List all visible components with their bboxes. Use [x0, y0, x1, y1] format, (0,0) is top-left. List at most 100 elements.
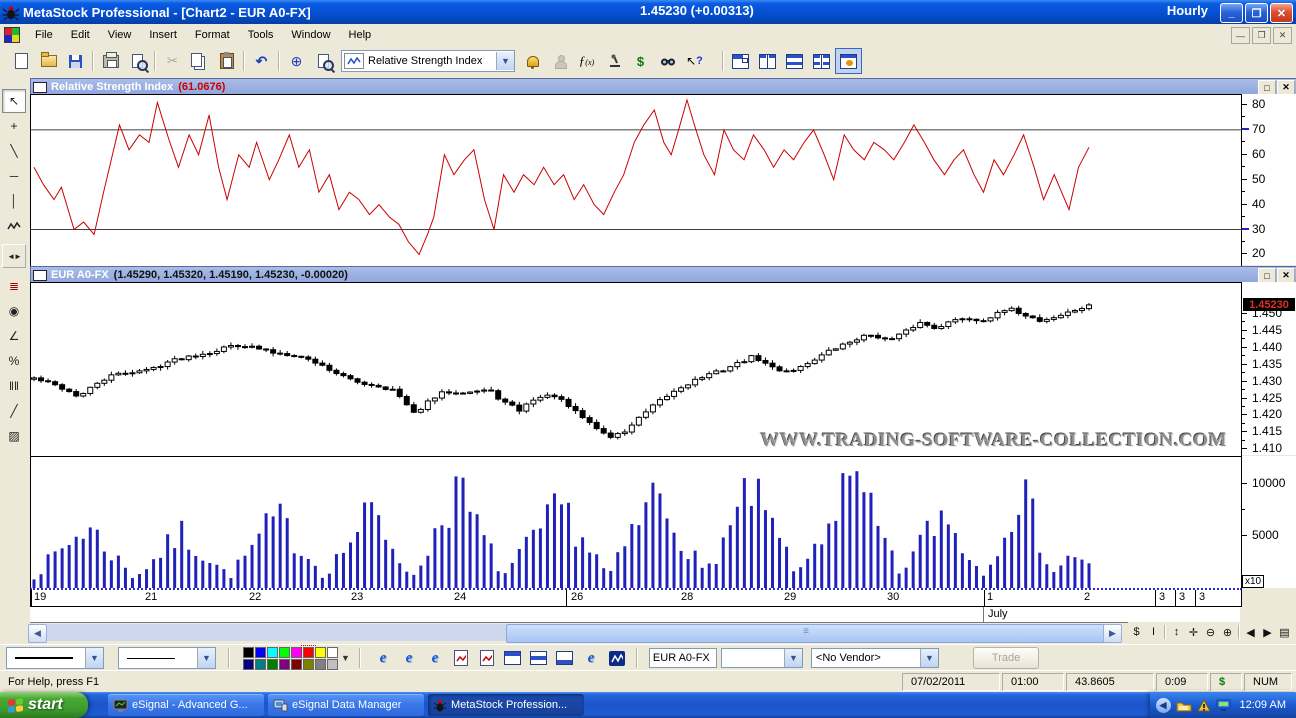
- color-swatch[interactable]: [255, 659, 266, 670]
- line-weight-combo[interactable]: ▼: [118, 647, 216, 669]
- symbol-combo[interactable]: ▼: [721, 648, 803, 668]
- price-plot[interactable]: WWW.TRADING-SOFTWARE-COLLECTION.COM: [30, 282, 1242, 457]
- close-button[interactable]: ✕: [1270, 3, 1293, 23]
- panel-maximize-button[interactable]: □: [1258, 80, 1276, 95]
- zoom-page-button[interactable]: [310, 48, 337, 74]
- color-swatch[interactable]: [243, 647, 254, 658]
- tile-vertical-button[interactable]: [754, 48, 781, 74]
- tool-hatch[interactable]: ▨: [2, 424, 26, 448]
- rsi-plot[interactable]: [30, 94, 1242, 267]
- panel-maximize-button[interactable]: □: [1258, 268, 1276, 283]
- color-swatch[interactable]: [303, 659, 314, 670]
- color-swatch[interactable]: [303, 647, 314, 658]
- scroll-left-icon[interactable]: ◀: [1242, 624, 1259, 641]
- child-close-button[interactable]: ✕: [1273, 27, 1292, 44]
- line-style-combo[interactable]: ▼: [6, 647, 104, 669]
- tool-vertical-grid[interactable]: ‖‖: [2, 374, 26, 398]
- scroll-right-icon[interactable]: ▶: [1259, 624, 1276, 641]
- menu-tools[interactable]: Tools: [239, 26, 283, 44]
- tool-spiral[interactable]: ◉: [2, 299, 26, 323]
- tray-chevron-icon[interactable]: ◀: [1156, 698, 1171, 713]
- crosshair-button[interactable]: ⊕: [283, 48, 310, 74]
- color-swatch[interactable]: [327, 647, 338, 658]
- layout-top-button[interactable]: [500, 646, 526, 670]
- menu-insert[interactable]: Insert: [140, 26, 186, 44]
- chart-page-2-button[interactable]: [474, 646, 500, 670]
- tool-vertical-line[interactable]: │: [2, 189, 26, 213]
- tool-percent-lines[interactable]: %: [2, 349, 26, 373]
- zoom-in-icon[interactable]: ⊕: [1219, 624, 1236, 641]
- arrange-desktop-button[interactable]: [835, 48, 862, 74]
- child-restore-button[interactable]: ❐: [1252, 27, 1271, 44]
- tool-fibonacci-lines[interactable]: ≣: [2, 274, 26, 298]
- copy-button[interactable]: [186, 48, 213, 74]
- print-preview-button[interactable]: [124, 48, 151, 74]
- volume-plot[interactable]: [30, 456, 1242, 590]
- color-swatch[interactable]: [279, 659, 290, 670]
- tool-horizontal-line[interactable]: ─: [2, 164, 26, 188]
- menu-help[interactable]: Help: [340, 26, 381, 44]
- tray-network-icon[interactable]: [1216, 699, 1231, 712]
- color-swatch[interactable]: [243, 659, 254, 670]
- tile-grid-button[interactable]: [808, 48, 835, 74]
- expand-vertical-icon[interactable]: ↕: [1168, 624, 1185, 641]
- menu-window[interactable]: Window: [282, 26, 339, 44]
- chart-page-1-button[interactable]: [448, 646, 474, 670]
- horizontal-scrollbar[interactable]: ◀ ▶: [28, 624, 1122, 641]
- menu-edit[interactable]: Edit: [62, 26, 99, 44]
- save-button[interactable]: [62, 48, 89, 74]
- indicator-builder-button[interactable]: ƒ(x): [573, 48, 600, 74]
- color-swatch[interactable]: [279, 647, 290, 658]
- undo-button[interactable]: ↶: [248, 48, 275, 74]
- menu-view[interactable]: View: [99, 26, 141, 44]
- taskbar-task-esignal[interactable]: eSignal - Advanced G...: [108, 694, 264, 716]
- tool-pointer[interactable]: ↖: [2, 89, 26, 113]
- menu-file[interactable]: File: [26, 26, 62, 44]
- cut-button[interactable]: ✂: [159, 48, 186, 74]
- tray-folder-icon[interactable]: [1176, 699, 1192, 712]
- chevron-down-icon[interactable]: ▼: [496, 52, 514, 70]
- scrollbar-thumb[interactable]: [506, 624, 1106, 643]
- scrollbar-left-arrow[interactable]: ◀: [28, 624, 47, 643]
- downloader-1-button[interactable]: e: [370, 646, 396, 670]
- dollar-scale-icon[interactable]: $: [1128, 624, 1145, 641]
- tool-crosshair[interactable]: +: [2, 114, 26, 138]
- print-button[interactable]: [97, 48, 124, 74]
- color-swatch[interactable]: [267, 659, 278, 670]
- move-icon[interactable]: ✛: [1185, 624, 1202, 641]
- downloader-3-button[interactable]: e: [422, 646, 448, 670]
- scrollbar-right-arrow[interactable]: ▶: [1103, 624, 1122, 643]
- child-minimize-button[interactable]: —: [1231, 27, 1250, 44]
- taskbar-task-metastock[interactable]: MetaStock Profession...: [428, 694, 584, 716]
- indicator-combo[interactable]: Relative Strength Index▼: [341, 50, 515, 72]
- color-swatch[interactable]: [315, 647, 326, 658]
- options-dollar-button[interactable]: $: [627, 48, 654, 74]
- color-swatch[interactable]: [315, 659, 326, 670]
- color-swatch[interactable]: [267, 647, 278, 658]
- paste-button[interactable]: [213, 48, 240, 74]
- zoom-out-icon[interactable]: ⊖: [1202, 624, 1219, 641]
- chevron-down-icon[interactable]: ▼: [784, 649, 802, 667]
- text-cursor-icon[interactable]: I: [1145, 624, 1162, 641]
- trade-button[interactable]: Trade: [973, 647, 1039, 669]
- chevron-down-icon[interactable]: ▼: [920, 649, 938, 667]
- minimize-button[interactable]: _: [1220, 3, 1243, 23]
- metastock-chart-button[interactable]: [604, 646, 630, 670]
- color-swatch[interactable]: [327, 659, 338, 670]
- vendor-combo[interactable]: <No Vendor> ▼: [811, 648, 939, 668]
- context-help-button[interactable]: ↖?: [681, 48, 708, 74]
- expert-advisor-button[interactable]: [546, 48, 573, 74]
- tool-gann-fan[interactable]: ∠: [2, 324, 26, 348]
- tile-horizontal-button[interactable]: [781, 48, 808, 74]
- system-tester-button[interactable]: [600, 48, 627, 74]
- menu-format[interactable]: Format: [186, 26, 239, 44]
- chevron-down-icon[interactable]: ▼: [197, 648, 215, 668]
- downloader-4-button[interactable]: e: [578, 646, 604, 670]
- tool-zigzag[interactable]: [2, 214, 26, 238]
- downloader-2-button[interactable]: e: [396, 646, 422, 670]
- tool-trendline-down[interactable]: ╲: [2, 139, 26, 163]
- new-button[interactable]: [8, 48, 35, 74]
- tool-trendline-up[interactable]: ╱: [2, 399, 26, 423]
- panel-close-button[interactable]: ✕: [1277, 80, 1295, 95]
- color-swatch[interactable]: [291, 659, 302, 670]
